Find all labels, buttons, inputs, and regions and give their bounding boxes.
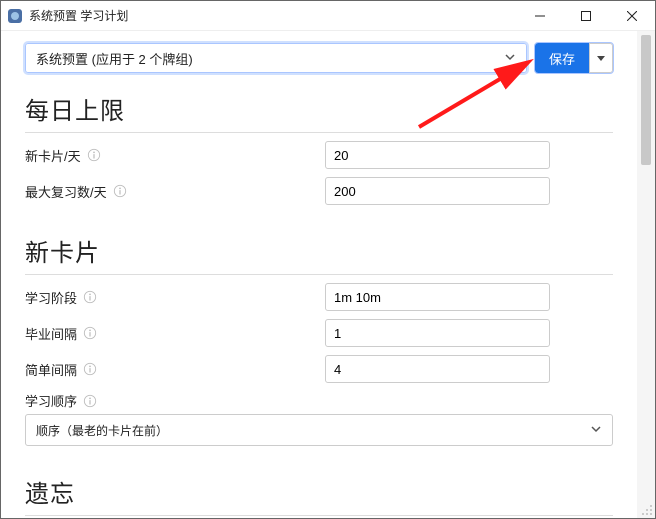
minimize-icon [535, 11, 545, 21]
preset-toolbar: 系统预置 (应用于 2 个牌组) 保存 [25, 43, 613, 73]
caret-down-icon [597, 54, 605, 62]
row-easy-interval: 简单间隔 [25, 355, 613, 383]
window-title: 系统预置 学习计划 [29, 7, 128, 24]
row-new-cards-per-day: 新卡片/天 [25, 141, 613, 169]
label-learning-steps: 学习阶段 [25, 288, 325, 307]
minimize-button[interactable] [517, 1, 563, 31]
label-graduating-interval: 毕业间隔 [25, 324, 325, 343]
section-heading-new-cards: 新卡片 [25, 233, 613, 275]
close-button[interactable] [609, 1, 655, 31]
info-icon[interactable] [113, 184, 127, 198]
save-more-button[interactable] [589, 43, 613, 73]
info-icon[interactable] [83, 394, 97, 408]
maximize-icon [581, 11, 591, 21]
section-heading-daily-limits: 每日上限 [25, 91, 613, 133]
select-insertion-order-value: 顺序（最老的卡片在前） [36, 422, 168, 439]
input-graduating-interval[interactable] [325, 319, 550, 347]
close-icon [627, 11, 637, 21]
preset-select[interactable]: 系统预置 (应用于 2 个牌组) [25, 43, 527, 73]
save-button[interactable]: 保存 [535, 43, 589, 73]
chevron-down-icon [504, 51, 516, 66]
input-max-reviews-per-day[interactable] [325, 177, 550, 205]
label-easy-interval: 简单间隔 [25, 360, 325, 379]
resize-grip[interactable] [639, 502, 653, 516]
maximize-button[interactable] [563, 1, 609, 31]
app-icon [7, 8, 23, 24]
row-learning-steps: 学习阶段 [25, 283, 613, 311]
app-window: 系统预置 学习计划 系统预置 (应用于 2 个牌组) 保存 [0, 0, 656, 519]
input-learning-steps[interactable] [325, 283, 550, 311]
input-new-cards-per-day[interactable] [325, 141, 550, 169]
titlebar: 系统预置 学习计划 [1, 1, 655, 31]
select-insertion-order[interactable]: 顺序（最老的卡片在前） [25, 414, 613, 446]
section-heading-lapses: 遗忘 [25, 474, 613, 516]
info-icon[interactable] [83, 362, 97, 376]
row-max-reviews-per-day: 最大复习数/天 [25, 177, 613, 205]
info-icon[interactable] [83, 326, 97, 340]
label-insertion-order: 学习顺序 [25, 391, 325, 410]
label-max-reviews-per-day: 最大复习数/天 [25, 182, 325, 201]
input-easy-interval[interactable] [325, 355, 550, 383]
vertical-scrollbar[interactable] [637, 31, 655, 518]
preset-select-label: 系统预置 (应用于 2 个牌组) [36, 49, 193, 68]
chevron-down-icon [590, 423, 602, 438]
label-new-cards-per-day: 新卡片/天 [25, 146, 325, 165]
row-insertion-order-label: 学习顺序 [25, 391, 613, 410]
scroll-area: 系统预置 (应用于 2 个牌组) 保存 每日上限 新卡片/天 [1, 31, 637, 518]
info-icon[interactable] [87, 148, 101, 162]
client-area: 系统预置 (应用于 2 个牌组) 保存 每日上限 新卡片/天 [1, 31, 655, 518]
save-button-group: 保存 [535, 43, 613, 73]
row-graduating-interval: 毕业间隔 [25, 319, 613, 347]
scrollbar-thumb[interactable] [641, 35, 651, 165]
info-icon[interactable] [83, 290, 97, 304]
